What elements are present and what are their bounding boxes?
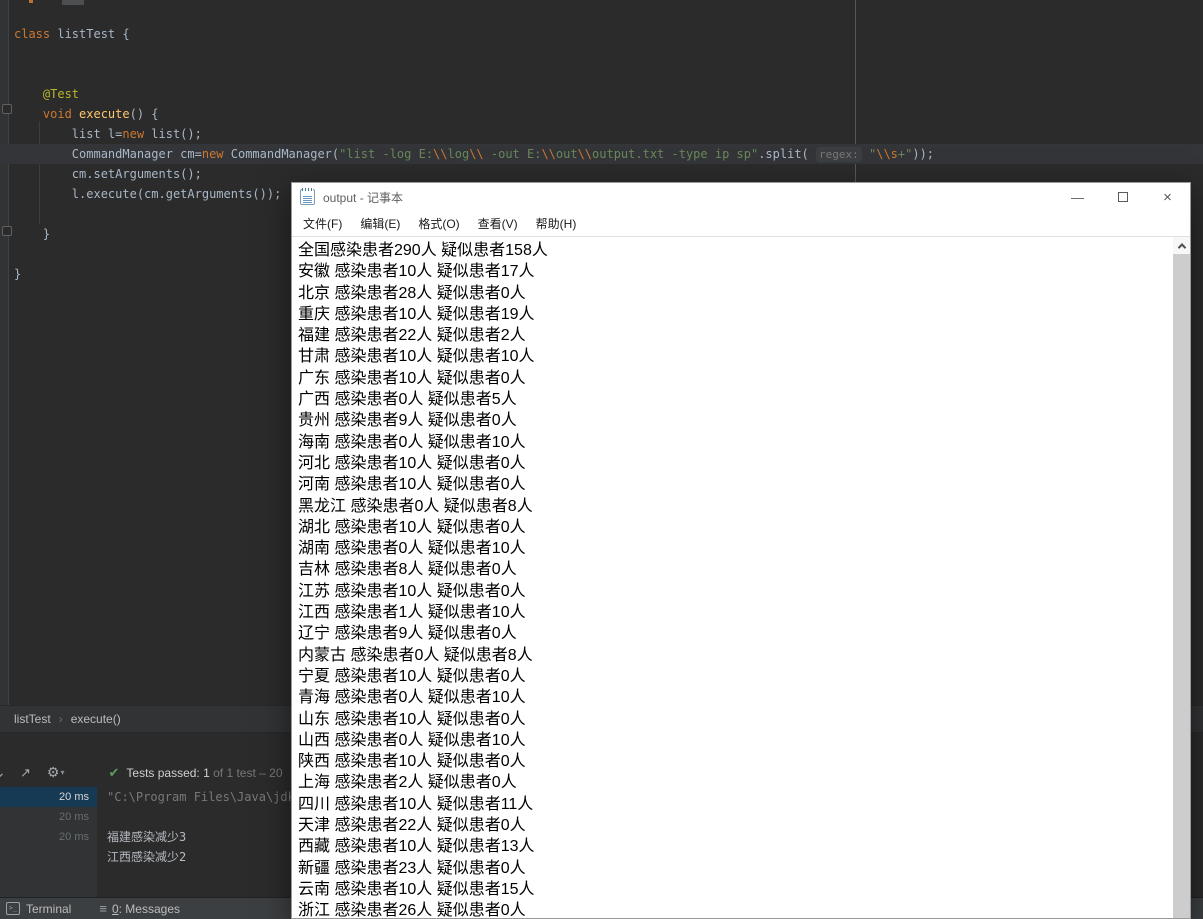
notepad-text-line: 湖北 感染患者10人 疑似患者0人 — [298, 518, 526, 536]
notepad-text-line: 宁夏 感染患者10人 疑似患者0人 — [298, 667, 526, 685]
export-results-icon[interactable]: ↗ — [20, 765, 31, 781]
notepad-text-line: 全国感染患者290人 疑似患者158人 — [298, 242, 548, 259]
notepad-text-line: 内蒙古 感染患者0人 疑似患者8人 — [298, 646, 533, 664]
code-line: @Test — [42, 87, 80, 101]
code-remnant — [29, 0, 33, 3]
minimize-button[interactable]: — — [1055, 183, 1100, 211]
messages-count: 0 — [111, 901, 119, 916]
notepad-text-line: 重庆 感染患者10人 疑似患者19人 — [298, 305, 535, 323]
maximize-button[interactable] — [1100, 183, 1145, 211]
notepad-scrollbar[interactable] — [1173, 237, 1190, 918]
tab-remnant — [62, 0, 84, 5]
close-button[interactable]: × — [1145, 183, 1190, 211]
messages-icon: ≡ — [99, 901, 107, 916]
notepad-text-line: 浙江 感染患者26人 疑似患者0人 — [298, 902, 526, 918]
notepad-text-line: 江苏 感染患者10人 疑似患者0人 — [298, 582, 526, 600]
messages-label: : Messages — [118, 901, 180, 916]
notepad-icon — [300, 188, 315, 205]
code-line: cm.setArguments(); — [14, 167, 202, 181]
notepad-window: output - 记事本 — × 文件(F) 编辑(E) 格式(O) 查看(V) 帮助(… — [291, 182, 1191, 919]
collapse-all-icon[interactable]: ⌄ — [0, 764, 10, 781]
notepad-text-line: 云南 感染患者10人 疑似患者15人 — [298, 880, 535, 898]
notepad-text-line: 四川 感染患者10人 疑似患者11人 — [298, 795, 534, 813]
notepad-text-line: 青海 感染患者0人 疑似患者10人 — [298, 689, 526, 707]
terminal-toolwindow-button[interactable]: Terminal — [26, 902, 71, 916]
notepad-text-line: 河北 感染患者10人 疑似患者0人 — [298, 454, 526, 472]
code-line: void execute() { — [14, 107, 159, 121]
notepad-menubar: 文件(F) 编辑(E) 格式(O) 查看(V) 帮助(H) — [292, 211, 1190, 237]
notepad-text-line: 山西 感染患者0人 疑似患者10人 — [298, 731, 526, 749]
window-controls: — × — [1055, 183, 1190, 211]
notepad-text-line: 上海 感染患者2人 疑似患者0人 — [298, 774, 517, 792]
tests-passed-label: Tests passed: 1 — [126, 765, 210, 780]
scroll-up-icon — [1177, 242, 1186, 252]
breadcrumb-class[interactable]: listTest — [14, 712, 51, 726]
notepad-window-title: output - 记事本 — [323, 190, 404, 205]
gear-icon[interactable]: ⚙ — [47, 764, 60, 781]
code-line: CommandManager cm=new CommandManager("li… — [0, 144, 1203, 164]
code-line: list l=new list(); — [14, 127, 202, 141]
screen: class listTest { @Test void execute() { … — [0, 0, 1203, 919]
breadcrumb-method[interactable]: execute() — [71, 712, 121, 726]
notepad-text-line: 北京 感染患者28人 疑似患者0人 — [298, 284, 526, 302]
chevron-right-icon: › — [58, 712, 63, 726]
tests-passed-detail: of 1 test – 20 — [209, 765, 283, 780]
maximize-icon — [1117, 192, 1128, 202]
chevron-down-icon: ▾ — [60, 768, 65, 777]
notepad-text-line: 贵州 感染患者9人 疑似患者0人 — [298, 412, 517, 430]
notepad-text-line: 广西 感染患者0人 疑似患者5人 — [298, 391, 517, 409]
notepad-text-line: 西藏 感染患者10人 疑似患者13人 — [298, 838, 535, 856]
test-duration-row[interactable]: 20 ms — [0, 787, 97, 807]
notepad-text-line: 江西 感染患者1人 疑似患者10人 — [298, 604, 526, 622]
test-duration-row[interactable]: 20 ms — [0, 827, 97, 847]
scrollbar-thumb[interactable] — [1173, 254, 1190, 918]
notepad-text-line: 广东 感染患者10人 疑似患者0人 — [298, 369, 526, 387]
notepad-text-line: 甘肃 感染患者10人 疑似患者10人 — [298, 348, 535, 366]
notepad-text-line: 安徽 感染患者10人 疑似患者17人 — [298, 263, 535, 281]
code-line: class listTest { — [14, 27, 130, 41]
notepad-titlebar[interactable]: output - 记事本 — × — [292, 183, 1190, 211]
notepad-text-line: 湖南 感染患者0人 疑似患者10人 — [298, 540, 526, 558]
notepad-text-area[interactable]: 全国感染患者290人 疑似患者158人 安徽 感染患者10人 疑似患者17人 北京 … — [292, 237, 1173, 918]
menu-item-3[interactable]: 查看(V) — [469, 215, 527, 232]
notepad-text-line: 陕西 感染患者10人 疑似患者0人 — [298, 753, 526, 771]
menu-item-0[interactable]: 文件(F) — [294, 215, 351, 232]
notepad-text-line: 山东 感染患者10人 疑似患者0人 — [298, 710, 526, 728]
terminal-icon: >_ — [6, 902, 20, 915]
notepad-text-line: 吉林 感染患者8人 疑似患者0人 — [298, 561, 517, 579]
notepad-text-line: 河南 感染患者10人 疑似患者0人 — [298, 476, 526, 494]
menu-item-1[interactable]: 编辑(E) — [351, 215, 409, 232]
menu-item-4[interactable]: 帮助(H) — [527, 215, 586, 232]
test-duration-list[interactable]: 20 ms 20 ms 20 ms — [0, 787, 97, 897]
fold-icon[interactable] — [2, 104, 12, 114]
test-duration-row[interactable]: 20 ms — [0, 807, 97, 827]
notepad-text-line: 新疆 感染患者23人 疑似患者0人 — [298, 859, 526, 877]
fold-icon[interactable] — [2, 226, 12, 236]
notepad-text-line: 辽宁 感染患者9人 疑似患者0人 — [298, 625, 517, 643]
notepad-text-line: 天津 感染患者22人 疑似患者0人 — [298, 817, 526, 835]
messages-toolwindow-button[interactable]: 0: Messages — [112, 902, 180, 916]
tests-passed-check-icon: ✔ — [108, 764, 120, 780]
notepad-text-line: 海南 感染患者0人 疑似患者10人 — [298, 433, 526, 451]
notepad-text-line: 福建 感染患者22人 疑似患者2人 — [298, 327, 526, 345]
scroll-up-button[interactable] — [1173, 237, 1190, 254]
menu-item-2[interactable]: 格式(O) — [409, 215, 468, 232]
notepad-text-line: 黑龙江 感染患者0人 疑似患者8人 — [298, 497, 533, 515]
